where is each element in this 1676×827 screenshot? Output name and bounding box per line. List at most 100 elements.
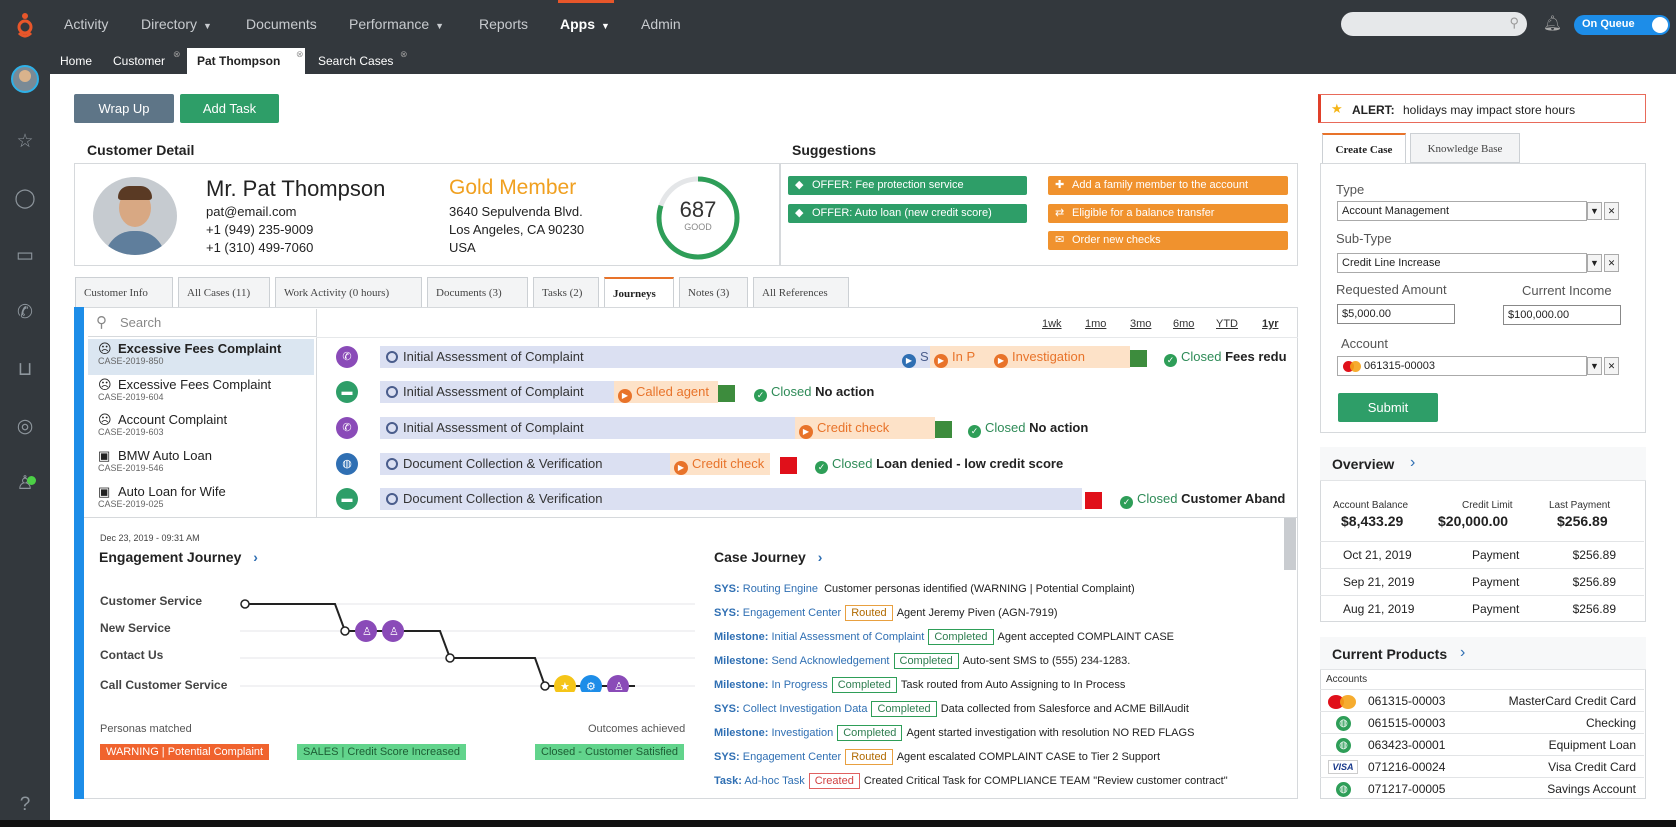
entry-link[interactable]: Ad-hoc Task (744, 775, 804, 787)
nav-apps[interactable]: Apps ▼ (560, 16, 610, 32)
offer-auto-loan-button[interactable]: ◆ OFFER: Auto loan (new credit score) (788, 204, 1027, 223)
add-task-button[interactable]: Add Task (180, 94, 279, 123)
tab-all-references[interactable]: All References (753, 277, 849, 307)
case-list-item[interactable]: ☹ Account Complaint CASE-2019-603 (88, 410, 314, 446)
nav-directory[interactable]: Directory ▼ (141, 16, 212, 32)
tab-create-case[interactable]: Create Case (1322, 133, 1406, 164)
close-icon[interactable]: ⊗ (296, 49, 304, 60)
journey-row[interactable]: ▬ Initial Assessment of Complaint ▶ Calle… (318, 377, 1298, 407)
tab-customer[interactable]: Customer (103, 48, 175, 74)
status-badge: Routed (845, 749, 893, 765)
range-6mo[interactable]: 6mo (1173, 318, 1194, 330)
requested-amount-field[interactable]: $5,000.00 (1337, 304, 1455, 324)
current-products-header[interactable]: Current Products › (1320, 637, 1646, 670)
notification-bell-icon[interactable]: 🔔︎ (1543, 14, 1562, 32)
balance-transfer-button[interactable]: ⇄ Eligible for a balance transfer (1048, 204, 1288, 223)
product-row[interactable]: ◍ 063423-00001 Equipment Loan (1320, 733, 1644, 755)
support-icon[interactable]: ◎ (13, 415, 37, 439)
range-ytd[interactable]: YTD (1216, 318, 1238, 330)
tab-work-activity[interactable]: Work Activity (0 hours) (275, 277, 422, 307)
account-select[interactable]: 061315-00003 (1337, 356, 1587, 376)
tab-search-cases[interactable]: Search Cases (308, 48, 403, 74)
product-row[interactable]: ◍ 061515-00003 Checking (1320, 711, 1644, 733)
tab-tasks[interactable]: Tasks (2) (533, 277, 599, 307)
tab-customer-info[interactable]: Customer Info (75, 277, 173, 307)
case-list-item[interactable]: ▣ Auto Loan for Wife CASE-2019-025 (88, 482, 314, 518)
chat-icon[interactable]: ◯ (13, 187, 37, 211)
entry-text: Agent accepted COMPLAINT CASE (997, 631, 1175, 643)
entry-link[interactable]: In Progress (771, 679, 827, 691)
clear-icon[interactable]: ✕ (1604, 254, 1619, 272)
journey-row[interactable]: ✆ Initial Assessment of Complaint ▶ S ▶ In… (318, 342, 1298, 372)
star-icon[interactable]: ☆ (13, 130, 37, 154)
entry-link[interactable]: Engagement Center (743, 751, 841, 763)
entry-link[interactable]: Send Acknowledgement (771, 655, 889, 667)
product-row[interactable]: VISA 071216-00024 Visa Credit Card (1320, 755, 1644, 777)
case-list-item[interactable]: ☹ Excessive Fees Complaint CASE-2019-850 (88, 339, 314, 375)
type-label: Type (1336, 182, 1365, 197)
wrap-up-button[interactable]: Wrap Up (74, 94, 174, 123)
engagement-journey-title[interactable]: Engagement Journey › (99, 549, 258, 565)
range-1wk[interactable]: 1wk (1042, 318, 1062, 330)
nav-activity[interactable]: Activity (64, 16, 108, 32)
case-search-input[interactable]: ⚲ Search (88, 309, 316, 337)
submit-button[interactable]: Submit (1338, 393, 1438, 422)
entry-text: Data collected from Salesforce and ACME … (940, 703, 1189, 715)
global-search-input[interactable]: ⚲ (1341, 12, 1527, 36)
customer-phone-1[interactable]: +1 (949) 235-9009 (206, 222, 313, 237)
sad-face-icon: ☹ (98, 341, 112, 356)
range-3mo[interactable]: 3mo (1130, 318, 1151, 330)
journey-row[interactable]: ▬ Document Collection & Verification ✓ Cl… (318, 484, 1298, 514)
current-income-field[interactable]: $100,000.00 (1503, 305, 1621, 325)
nav-admin[interactable]: Admin (641, 16, 681, 32)
entry-link[interactable]: Engagement Center (743, 607, 841, 619)
nav-documents[interactable]: Documents (246, 16, 317, 32)
nav-performance[interactable]: Performance ▼ (349, 16, 444, 32)
range-1yr[interactable]: 1yr (1262, 318, 1279, 330)
add-family-member-button[interactable]: ✚ Add a family member to the account (1048, 176, 1288, 195)
clear-icon[interactable]: ✕ (1604, 357, 1619, 375)
chevron-down-icon[interactable]: ▼ (1587, 202, 1602, 220)
close-icon[interactable]: ⊗ (400, 49, 408, 60)
entry-link[interactable]: Routing Engine (743, 583, 818, 595)
offer-fee-protection-button[interactable]: ◆ OFFER: Fee protection service (788, 176, 1027, 195)
chevron-down-icon[interactable]: ▼ (1587, 254, 1602, 272)
overview-header[interactable]: Overview › (1320, 447, 1646, 481)
nav-reports[interactable]: Reports (479, 16, 528, 32)
tab-home[interactable]: Home (50, 48, 102, 74)
entry-link[interactable]: Investigation (771, 727, 833, 739)
tab-pat-thompson[interactable]: Pat Thompson (187, 48, 305, 74)
tab-notes[interactable]: Notes (3) (679, 277, 748, 307)
inbox-icon[interactable]: ⊔ (13, 358, 37, 382)
range-1mo[interactable]: 1mo (1085, 318, 1106, 330)
on-queue-toggle[interactable]: On Queue (1574, 15, 1670, 35)
entry-link[interactable]: Collect Investigation Data (743, 703, 868, 715)
video-icon[interactable]: ▭ (13, 244, 37, 268)
case-list-item[interactable]: ▣ BMW Auto Loan CASE-2019-546 (88, 446, 314, 482)
tab-documents[interactable]: Documents (3) (427, 277, 528, 307)
genesys-logo-icon (16, 12, 34, 38)
user-avatar[interactable] (11, 65, 39, 93)
entry-link[interactable]: Initial Assessment of Complaint (771, 631, 924, 643)
tab-all-cases[interactable]: All Cases (11) (178, 277, 270, 307)
tab-knowledge-base[interactable]: Knowledge Base (1410, 133, 1520, 163)
order-checks-button[interactable]: ✉ Order new checks (1048, 231, 1288, 250)
case-journey-scrollbar[interactable] (1284, 518, 1296, 570)
clear-icon[interactable]: ✕ (1604, 202, 1619, 220)
case-list-item[interactable]: ☹ Excessive Fees Complaint CASE-2019-604 (88, 375, 314, 411)
journey-row[interactable]: ◍ Document Collection & Verification ▶ Cr… (318, 449, 1298, 479)
customer-phone-2[interactable]: +1 (310) 499-7060 (206, 240, 313, 255)
tab-journeys[interactable]: Journeys (604, 277, 674, 307)
journey-row[interactable]: ✆ Initial Assessment of Complaint ▶ Credi… (318, 413, 1298, 443)
close-icon[interactable]: ⊗ (173, 49, 181, 60)
case-journey-title[interactable]: Case Journey › (714, 549, 822, 565)
customer-address-line-1: 3640 Sepulvenda Blvd. (449, 204, 583, 219)
customer-email[interactable]: pat@email.com (206, 204, 297, 219)
chevron-down-icon[interactable]: ▼ (1587, 357, 1602, 375)
phone-icon[interactable]: ✆ (13, 301, 37, 325)
help-icon[interactable]: ? (13, 793, 37, 817)
product-row[interactable]: 061315-00003 MasterCard Credit Card (1320, 689, 1644, 711)
type-select[interactable]: Account Management (1337, 201, 1587, 221)
product-row[interactable]: ◍ 071217-00005 Savings Account (1320, 777, 1644, 799)
subtype-select[interactable]: Credit Line Increase (1337, 253, 1587, 273)
